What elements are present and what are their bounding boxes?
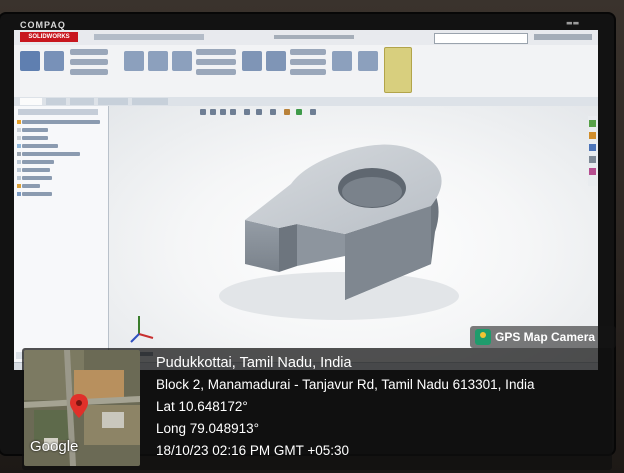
location-address: Block 2, Manamadurai - Tanjavur Rd, Tami… xyxy=(156,377,535,392)
shell-button[interactable] xyxy=(290,69,326,75)
lofted-cut-button[interactable] xyxy=(196,59,236,65)
gps-camera-icon xyxy=(475,329,491,345)
coordinate-triad xyxy=(130,316,154,343)
model-shadow xyxy=(219,272,459,320)
tab-features[interactable] xyxy=(20,98,42,105)
tab-dimxpert[interactable] xyxy=(98,98,128,105)
tree-item-right-plane[interactable] xyxy=(22,176,52,180)
search-input[interactable] xyxy=(434,33,528,44)
location-place: Pudukkottai, Tamil Nadu, India xyxy=(156,355,352,371)
tab-sketch[interactable] xyxy=(46,98,66,105)
model-hole-inner xyxy=(342,177,402,207)
top-plane-icon xyxy=(17,168,21,172)
view-orientation-icon[interactable] xyxy=(244,109,250,115)
model-front-left-face xyxy=(245,220,279,272)
appearance-icon[interactable] xyxy=(284,109,290,115)
document-title xyxy=(274,35,354,39)
tree-item-front-plane[interactable] xyxy=(22,160,54,164)
history-icon xyxy=(17,128,21,132)
display-style-icon[interactable] xyxy=(256,109,262,115)
boss-extrude-icon xyxy=(17,192,21,196)
boundary-boss-button[interactable] xyxy=(70,69,108,75)
tab-evaluate[interactable] xyxy=(70,98,94,105)
tree-item-part[interactable] xyxy=(22,120,100,124)
rib-button[interactable] xyxy=(290,49,326,55)
task-pane-tabs xyxy=(588,116,597,186)
capture-datetime: 18/10/23 02:16 PM GMT +05:30 xyxy=(156,443,350,458)
scene-icon[interactable] xyxy=(296,109,302,115)
tree-item-material[interactable] xyxy=(22,152,80,156)
resources-icon[interactable] xyxy=(589,120,596,127)
annotations-icon xyxy=(17,144,21,148)
monitor-brand: COMPAQ xyxy=(20,20,66,30)
zoom-area-icon[interactable] xyxy=(210,109,216,115)
swept-cut-button[interactable] xyxy=(196,49,236,55)
view-palette-icon[interactable] xyxy=(589,156,596,163)
extruded-cut-button[interactable] xyxy=(124,51,144,71)
quick-access-toolbar[interactable] xyxy=(94,34,204,40)
revolved-boss-button[interactable] xyxy=(44,51,64,71)
model-canvas xyxy=(130,144,459,356)
section-view-icon[interactable] xyxy=(230,109,236,115)
intersect-button[interactable] xyxy=(358,51,378,71)
location-latitude: Lat 10.648172° xyxy=(156,399,248,414)
tree-item-origin[interactable] xyxy=(22,184,40,188)
tree-item-sensors[interactable] xyxy=(22,136,48,140)
tree-item-annotations[interactable] xyxy=(22,144,58,148)
right-plane-icon xyxy=(17,176,21,180)
gps-camera-badge: GPS Map Camera xyxy=(470,326,616,348)
appearances-icon[interactable] xyxy=(589,168,596,175)
location-map-thumbnail: Google xyxy=(24,350,140,466)
map-provider-logo: Google xyxy=(30,438,79,455)
tree-item-boss-extrude[interactable] xyxy=(22,192,52,196)
extruded-boss-button[interactable] xyxy=(20,51,40,71)
draft-button[interactable] xyxy=(290,59,326,65)
feature-manager-tree xyxy=(14,106,109,362)
revolved-cut-button[interactable] xyxy=(172,51,192,71)
photo-scene: COMPAQ ▬▬ SOLIDWORKS GPS Map Camera Goog… xyxy=(0,0,624,473)
material-icon xyxy=(17,152,21,156)
swept-boss-button[interactable] xyxy=(70,49,108,55)
tree-toolbar[interactable] xyxy=(18,109,98,115)
hide-show-icon[interactable] xyxy=(270,109,276,115)
design-library-icon[interactable] xyxy=(589,132,596,139)
previous-view-icon[interactable] xyxy=(220,109,226,115)
origin-icon xyxy=(17,184,21,188)
app-titlebar: SOLIDWORKS xyxy=(14,30,598,46)
linear-pattern-button[interactable] xyxy=(266,51,286,71)
boundary-cut-button[interactable] xyxy=(196,69,236,75)
hole-wizard-button[interactable] xyxy=(148,51,168,71)
power-led: ▬▬ xyxy=(566,19,580,27)
window-controls[interactable] xyxy=(534,34,592,40)
app-logo[interactable]: SOLIDWORKS xyxy=(20,32,78,42)
zoom-fit-icon[interactable] xyxy=(200,109,206,115)
tree-item-top-plane[interactable] xyxy=(22,168,50,172)
wrap-button[interactable] xyxy=(332,51,352,71)
lofted-boss-button[interactable] xyxy=(70,59,108,65)
graphics-area[interactable] xyxy=(109,106,598,362)
gps-camera-label: GPS Map Camera xyxy=(495,330,596,344)
view-settings-icon[interactable] xyxy=(310,109,316,115)
monitor-screen: SOLIDWORKS xyxy=(14,30,598,370)
tree-item-history[interactable] xyxy=(22,128,48,132)
part-icon xyxy=(17,120,21,124)
command-ribbon xyxy=(14,45,598,98)
tab-add-ins[interactable] xyxy=(132,98,168,105)
file-explorer-icon[interactable] xyxy=(589,144,596,151)
fillet-button[interactable] xyxy=(242,51,262,71)
location-longitude: Long 79.048913° xyxy=(156,421,259,436)
instant3d-button[interactable] xyxy=(384,47,412,93)
front-plane-icon xyxy=(17,160,21,164)
sensors-icon xyxy=(17,136,21,140)
model-slot-wall xyxy=(279,224,297,272)
heads-up-toolbar xyxy=(200,108,400,116)
